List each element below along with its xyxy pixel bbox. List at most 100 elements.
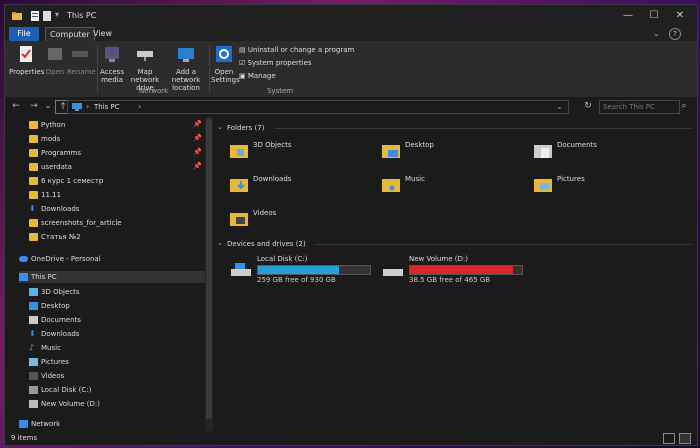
open-settings-button[interactable]: Open Settings (211, 43, 240, 84)
tab-computer[interactable]: Computer (45, 27, 95, 42)
folder-icon[interactable] (11, 10, 23, 22)
folder-tile-3d-objects[interactable]: 3D Objects (223, 137, 371, 163)
folder-tile-documents[interactable]: Documents (527, 137, 675, 163)
nav-item[interactable]: 3D Objects (29, 286, 80, 298)
nav-item[interactable]: Videos (29, 370, 64, 382)
help-icon[interactable]: ? (669, 28, 681, 40)
properties-label: Properties (9, 68, 45, 76)
properties-icon[interactable] (29, 10, 41, 22)
nav-item[interactable]: ⬇ Downloads (29, 328, 79, 340)
nav-scrollbar[interactable] (205, 117, 213, 431)
nav-item[interactable]: Documents (29, 314, 81, 326)
chevron-down-icon[interactable]: ⌄ (217, 123, 223, 131)
address-bar-row: ← → ⌄ ↑ › This PC › ⌄ ↻ Search This PC ⌕ (5, 97, 697, 115)
rename-button[interactable]: Rename (67, 43, 96, 76)
computer-icon (19, 273, 28, 281)
uninstall-program-button[interactable]: ▤ Uninstall or change a program (239, 45, 354, 56)
details-view-icon[interactable] (663, 433, 675, 444)
map-network-drive-button[interactable]: Map network drive (125, 43, 165, 92)
nav-item[interactable]: 6 курс 1 семестр (29, 175, 103, 187)
folder-tile-downloads[interactable]: Downloads (223, 171, 371, 197)
drives-header[interactable]: Devices and drives (2) (227, 239, 306, 249)
search-input[interactable]: Search This PC (599, 100, 680, 114)
folder-icon (29, 121, 38, 129)
chevron-down-icon[interactable]: ⌄ (653, 29, 660, 38)
system-properties-button[interactable]: ☑ System properties (239, 58, 312, 69)
nav-item[interactable]: Статья №2 (29, 231, 81, 243)
address-input[interactable]: › This PC › ⌄ (67, 100, 569, 114)
properties-button[interactable]: Properties (9, 43, 45, 76)
folders-header[interactable]: Folders (7) (227, 123, 264, 133)
folder-tile-videos[interactable]: Videos (223, 205, 371, 231)
checkmark-document-icon: ☑ (239, 59, 248, 67)
search-icon[interactable]: ⌕ (677, 100, 691, 112)
access-media-button[interactable]: Access media (99, 43, 125, 84)
nav-item-this-pc[interactable]: This PC (19, 271, 205, 283)
nav-item[interactable]: userdata (29, 161, 72, 173)
nav-item[interactable]: New Volume (D:) (29, 398, 100, 410)
chevron-down-icon[interactable]: ▾ (55, 10, 59, 19)
rename-label: Rename (67, 68, 96, 76)
nav-item[interactable]: ♪ Music (29, 342, 61, 354)
folder-icon (29, 233, 38, 241)
open-label: Open (45, 68, 65, 76)
chevron-down-icon[interactable]: ⌄ (556, 101, 563, 113)
nav-item[interactable]: Pictures (29, 356, 69, 368)
cloud-icon (19, 256, 28, 262)
breadcrumb-this-pc[interactable]: This PC (94, 101, 120, 113)
nav-item-network[interactable]: Network (19, 418, 60, 430)
open-button[interactable]: Open (43, 43, 67, 76)
nav-item[interactable]: Desktop (29, 300, 70, 312)
tab-file[interactable]: File (9, 27, 39, 41)
checkmark-document-icon (20, 46, 32, 62)
nav-item[interactable]: Local Disk (C:) (29, 384, 91, 396)
nav-item[interactable]: mods (29, 133, 60, 145)
folder-tile-desktop[interactable]: Desktop (375, 137, 523, 163)
folder-icon (29, 219, 38, 227)
nav-item-onedrive[interactable]: OneDrive - Personal (19, 253, 101, 265)
new-folder-icon[interactable] (41, 10, 53, 22)
title-bar: ▾ This PC — ☐ ✕ (5, 5, 697, 27)
pin-icon: 📌 (193, 162, 202, 170)
scrollbar-thumb[interactable] (206, 119, 212, 419)
ribbon-separator (209, 45, 210, 93)
tab-view[interactable]: View (89, 27, 116, 41)
breadcrumb-separator: › (86, 102, 90, 111)
manage-button[interactable]: ▣ Manage (239, 71, 276, 82)
nav-item[interactable]: ⬇ Downloads (29, 203, 79, 215)
nav-item[interactable]: Programms (29, 147, 81, 159)
document-folder-icon (534, 145, 552, 158)
refresh-button[interactable]: ↻ (581, 100, 595, 112)
cube-folder-icon (230, 145, 248, 158)
chevron-down-icon[interactable]: ⌄ (217, 239, 223, 247)
drive-usage-fill (410, 266, 514, 274)
folder-tile-pictures[interactable]: Pictures (527, 171, 675, 197)
minimize-button[interactable]: — (615, 8, 641, 24)
recent-locations-button[interactable]: ⌄ (41, 100, 55, 112)
forward-button[interactable]: → (27, 100, 41, 112)
drive-icon (29, 386, 38, 394)
nav-item[interactable]: Python (29, 119, 65, 131)
download-arrow-icon: ⬇ (29, 204, 36, 213)
system-group-label: System (267, 87, 294, 95)
folder-icon (29, 177, 38, 185)
music-note-icon: ♪ (29, 343, 35, 352)
folder-tile-music[interactable]: Music (375, 171, 523, 197)
video-folder-icon (230, 213, 248, 226)
nav-item[interactable]: screenshots_for_article (29, 217, 122, 229)
close-button[interactable]: ✕ (667, 8, 693, 24)
status-bar: 9 items (5, 431, 697, 445)
picture-icon (29, 358, 38, 366)
drive-tile-c[interactable]: Local Disk (C:) 259 GB free of 930 GB (225, 253, 375, 287)
download-folder-icon (230, 179, 248, 192)
nav-item[interactable]: 11.11 (29, 189, 61, 201)
item-count: 9 items (11, 434, 38, 442)
add-network-location-button[interactable]: Add a network location (165, 43, 207, 92)
desktop-icon (29, 302, 38, 310)
maximize-button[interactable]: ☐ (641, 8, 667, 24)
drive-tile-d[interactable]: New Volume (D:) 38.5 GB free of 465 GB (377, 253, 527, 287)
back-button[interactable]: ← (9, 100, 23, 112)
drive-usage-bar (409, 265, 523, 275)
tiles-view-icon[interactable] (679, 433, 691, 444)
drive-icon (29, 400, 38, 408)
